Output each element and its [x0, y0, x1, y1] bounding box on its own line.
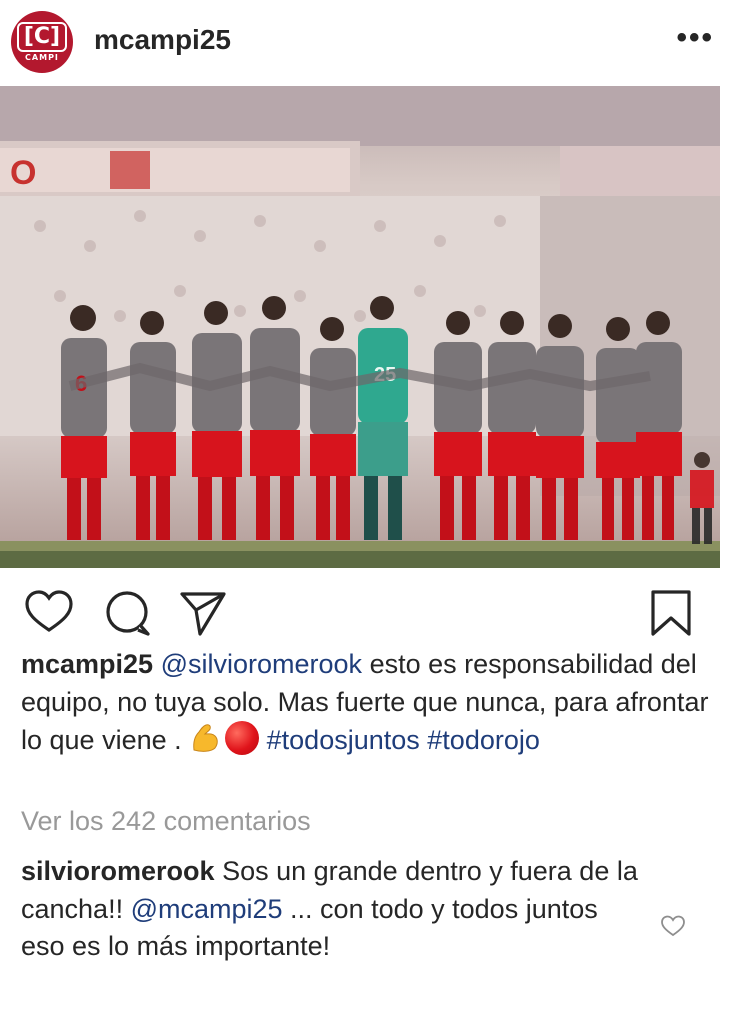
view-all-comments-link[interactable]: Ver los 242 comentarios [21, 806, 311, 837]
post-actions [0, 588, 736, 640]
red-circle-emoji [225, 721, 260, 755]
bookmark-icon[interactable] [646, 588, 696, 638]
heart-icon[interactable] [24, 588, 74, 638]
more-dots-icon[interactable]: ••• [676, 23, 714, 53]
comment-item: silvioromerook Sos un grande dentro y fu… [21, 853, 641, 966]
small-heart-icon[interactable] [660, 914, 686, 938]
caption-mention[interactable]: @silvioromerook [161, 649, 362, 679]
comment-bubble-icon[interactable] [102, 588, 152, 638]
svg-text:O: O [10, 154, 36, 192]
post-header: [C] CAMPI mcampi25 ••• [0, 0, 736, 86]
post-username[interactable]: mcampi25 [94, 24, 231, 56]
hashtag-todorojo[interactable]: #todorojo [427, 725, 540, 755]
post-caption: mcampi25 @silvioromerook esto es respons… [21, 646, 711, 760]
comment-username[interactable]: silvioromerook [21, 856, 215, 886]
flexed-biceps-emoji [189, 722, 221, 754]
avatar-logo-mark: [C] [16, 22, 68, 52]
avatar[interactable]: [C] CAMPI [11, 11, 73, 73]
comment-mention[interactable]: @mcampi25 [131, 894, 283, 924]
hashtag-todosjuntos[interactable]: #todosjuntos [267, 725, 420, 755]
caption-username[interactable]: mcampi25 [21, 649, 153, 679]
avatar-logo-text: CAMPI [25, 53, 59, 62]
post-photo[interactable]: O 6 25 [0, 86, 720, 568]
team-photo-illustration: O 6 25 [0, 86, 720, 568]
paper-plane-icon[interactable] [178, 588, 228, 638]
